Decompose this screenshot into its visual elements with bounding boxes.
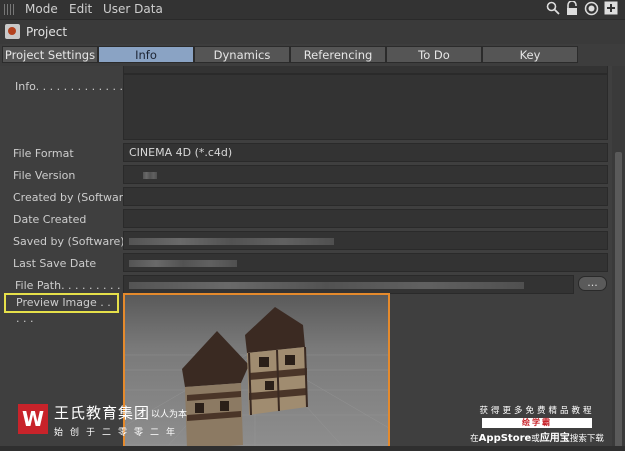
browse-button[interactable]: ... — [578, 276, 607, 291]
brand-slogan: 以人为本 — [151, 410, 188, 420]
redacted-value — [129, 281, 524, 289]
watermark-ad: 获得更多免费精品教程 绘学霸 在AppStore或应用宝搜索下载 — [466, 404, 608, 444]
ad-line-2: 绘学霸 — [482, 418, 592, 428]
search-icon[interactable] — [545, 1, 561, 17]
redacted-value — [143, 171, 157, 179]
file-version-field[interactable] — [123, 165, 608, 184]
lock-icon[interactable] — [564, 0, 580, 17]
menu-user-data[interactable]: User Data — [103, 2, 163, 16]
target-icon[interactable] — [583, 1, 599, 17]
bottom-strip — [0, 446, 625, 451]
redacted-value — [129, 259, 237, 267]
saved-by-field[interactable] — [123, 231, 608, 250]
plus-box-icon[interactable] — [603, 1, 619, 17]
ad-text: 在 — [470, 434, 479, 444]
saved-by-label: Saved by (Software) — [13, 235, 125, 248]
file-version-label: File Version — [13, 169, 76, 182]
scrollbar[interactable] — [612, 66, 625, 451]
info-label: Info. . . . . . . . . . . . . . . — [15, 80, 138, 93]
tab-info[interactable]: Info — [98, 46, 194, 63]
tab-referencing[interactable]: Referencing — [290, 46, 386, 63]
date-created-field[interactable] — [123, 209, 608, 228]
ad-text: 搜索下载 — [569, 434, 604, 444]
window-title: Project — [26, 25, 68, 39]
date-created-label: Date Created — [13, 213, 87, 226]
tab-key-interpolation[interactable]: Key Interpolation — [482, 46, 578, 79]
project-icon — [5, 24, 20, 39]
grip-icon[interactable] — [4, 4, 14, 15]
brand-logo: W — [18, 404, 48, 434]
menu-bar: Mode Edit User Data — [0, 0, 625, 20]
field-above-clipped — [123, 66, 608, 74]
ad-line-3: 在AppStore或应用宝搜索下载 — [466, 429, 608, 444]
brand-since: 始创于二零零二年 — [54, 428, 183, 438]
file-format-label: File Format — [13, 147, 74, 160]
last-save-date-field[interactable] — [123, 253, 608, 272]
info-textarea[interactable] — [123, 74, 608, 140]
menu-mode[interactable]: Mode — [25, 2, 58, 16]
menu-edit[interactable]: Edit — [69, 2, 92, 16]
ad-text: 或 — [531, 434, 540, 444]
tab-project-settings[interactable]: Project Settings — [2, 46, 98, 63]
created-by-label: Created by (Software) — [13, 191, 135, 204]
ad-line-1: 获得更多免费精品教程 — [479, 406, 595, 416]
scrollbar-thumb[interactable] — [615, 152, 622, 451]
tab-to-do[interactable]: To Do — [386, 46, 482, 63]
file-path-field[interactable] — [123, 275, 574, 294]
brand-name: 王氏教育集团 — [54, 404, 151, 422]
window-titlebar: Project — [0, 20, 625, 44]
tab-dynamics[interactable]: Dynamics — [194, 46, 290, 63]
last-save-date-label: Last Save Date — [13, 257, 97, 270]
ad-store: AppStore — [478, 433, 532, 444]
file-format-field[interactable]: CINEMA 4D (*.c4d) — [123, 143, 608, 162]
redacted-value — [129, 237, 334, 245]
file-path-label: File Path. . . . . . . . . — [15, 279, 121, 292]
created-by-field[interactable] — [123, 187, 608, 206]
ad-app: 应用宝 — [539, 433, 570, 444]
preview-image-label: Preview Image . . . . . — [4, 293, 119, 325]
